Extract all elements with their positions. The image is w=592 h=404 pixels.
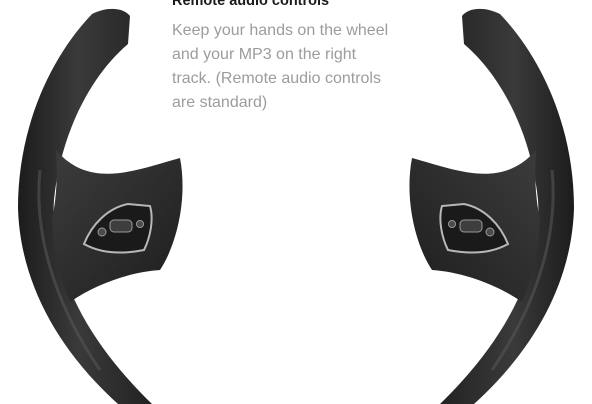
product-feature-panel: Remote audio controls Keep your hands on… xyxy=(0,0,592,404)
feature-description-line: are standard) xyxy=(172,94,268,111)
feature-description-line: and your MP3 on the right xyxy=(172,46,357,63)
feature-heading: Remote audio controls xyxy=(172,0,330,9)
feature-caption: Remote audio controls Keep your hands on… xyxy=(172,0,452,115)
feature-description: Keep your hands on the wheel and your MP… xyxy=(172,19,444,115)
feature-description-line: Keep your hands on the wheel xyxy=(172,22,389,39)
feature-description-line: track. (Remote audio controls xyxy=(172,70,381,87)
